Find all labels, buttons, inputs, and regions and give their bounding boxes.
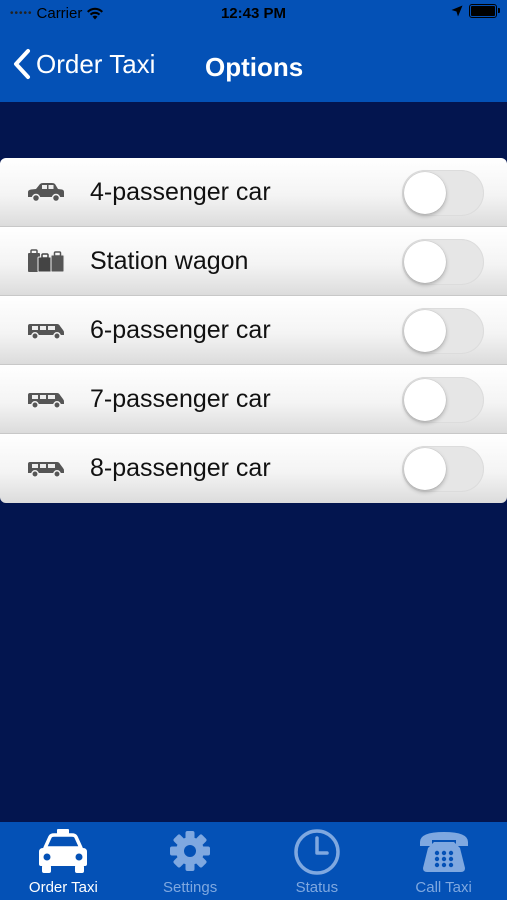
- toggle-knob: [404, 448, 446, 490]
- status-time: 12:43 PM: [220, 5, 287, 22]
- toggle-knob: [404, 310, 446, 352]
- chevron-left-icon: [14, 49, 30, 79]
- luggage-icon: [28, 249, 65, 273]
- option-label: 4-passenger car: [90, 178, 271, 206]
- tab-label: Settings: [163, 879, 218, 896]
- car-icon: [28, 183, 64, 203]
- tab-label: Status: [295, 879, 339, 896]
- options-list: 4-passenger car Station wagon 6-passenge: [0, 158, 507, 503]
- van-icon: [28, 393, 64, 409]
- toggle-knob: [404, 241, 446, 283]
- back-button[interactable]: Order Taxi: [12, 48, 155, 80]
- phone-icon: [419, 832, 468, 872]
- option-label: 6-passenger car: [90, 316, 271, 344]
- tab-bar: Order Taxi Settings Status Call Taxi: [0, 822, 507, 900]
- tab-order-taxi[interactable]: Order Taxi: [0, 822, 127, 900]
- location-arrow-icon: [451, 5, 463, 17]
- tab-status[interactable]: Status: [254, 822, 381, 900]
- taxi-icon: [39, 829, 88, 873]
- option-label: Station wagon: [90, 247, 249, 275]
- tab-label: Order Taxi: [28, 879, 98, 896]
- tab-label: Call Taxi: [415, 879, 472, 896]
- gear-icon: [170, 831, 211, 871]
- tab-call-taxi[interactable]: Call Taxi: [380, 822, 507, 900]
- option-row-4-passenger-car: 4-passenger car: [0, 158, 507, 227]
- option-row-6-passenger-car: 6-passenger car: [0, 296, 507, 365]
- option-toggle-7-passenger-car[interactable]: [402, 377, 484, 423]
- page-title: Options: [205, 52, 304, 82]
- option-label: 8-passenger car: [90, 454, 271, 482]
- option-toggle-4-passenger-car[interactable]: [402, 170, 484, 216]
- option-row-station-wagon: Station wagon: [0, 227, 507, 296]
- tab-settings[interactable]: Settings: [127, 822, 254, 900]
- navigation-bar: Order Taxi Options: [0, 28, 507, 102]
- status-bar: ••••• Carrier 12:43 PM: [0, 0, 507, 28]
- option-toggle-8-passenger-car[interactable]: [402, 446, 484, 492]
- option-row-7-passenger-car: 7-passenger car: [0, 365, 507, 434]
- battery-icon: [469, 4, 500, 18]
- toggle-knob: [404, 379, 446, 421]
- van-icon: [28, 462, 64, 478]
- option-toggle-6-passenger-car[interactable]: [402, 308, 484, 354]
- van-icon: [28, 324, 64, 340]
- clock-icon: [294, 829, 340, 875]
- status-right: [451, 4, 500, 18]
- option-label: 7-passenger car: [90, 385, 271, 413]
- back-button-label: Order Taxi: [36, 48, 156, 79]
- option-row-8-passenger-car: 8-passenger car: [0, 434, 507, 503]
- toggle-knob: [404, 172, 446, 214]
- option-toggle-station-wagon[interactable]: [402, 239, 484, 285]
